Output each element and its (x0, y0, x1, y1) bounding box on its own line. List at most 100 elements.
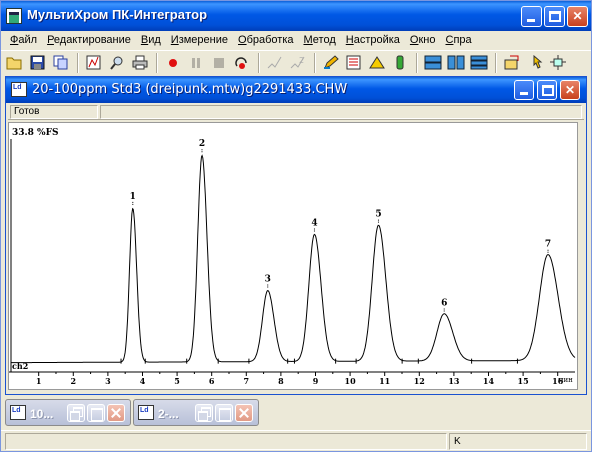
chromatogram-trace (11, 154, 576, 364)
document-status-blank (100, 105, 582, 119)
tile-stack-icon (470, 55, 487, 70)
toolbar-separator (156, 52, 158, 73)
x-tick-label: 3 (105, 376, 111, 386)
document-status: Готов (10, 105, 98, 119)
menu-processing[interactable]: Обработка (233, 34, 298, 46)
app-title: МультиХром ПК-Интегратор (27, 7, 208, 22)
cursor-button[interactable] (524, 52, 545, 73)
menu-measure[interactable]: Измерение (166, 34, 233, 46)
toolbar-separator (77, 52, 79, 73)
calibration-button[interactable] (343, 52, 364, 73)
status-message (5, 433, 447, 450)
report-button[interactable] (83, 52, 104, 73)
x-tick-label: 16 (552, 376, 564, 386)
zoom-fit-icon (549, 55, 566, 70)
tile-horizontal-button[interactable] (422, 52, 443, 73)
minimized-window-title: 10... (30, 407, 54, 421)
menu-edit[interactable]: Редактирование (42, 34, 136, 46)
copy-button[interactable] (50, 52, 71, 73)
peak-label: 7 (545, 240, 551, 250)
print-button[interactable] (129, 52, 150, 73)
maximize-icon (542, 85, 554, 96)
open-folder-icon (6, 57, 22, 70)
menu-settings[interactable]: Настройка (341, 34, 405, 46)
x-tick-label: 11 (379, 376, 390, 386)
start-icon (234, 57, 247, 69)
peak-label: 1 (130, 192, 136, 202)
minimized-window-1[interactable]: 10... (5, 399, 131, 426)
copy-icon (53, 55, 67, 70)
doc-minimize-button[interactable] (514, 80, 534, 100)
edit-button[interactable] (320, 52, 341, 73)
minimized-window-title: 2-... (158, 407, 179, 421)
search-icon (110, 56, 123, 70)
export-button[interactable] (501, 52, 522, 73)
toolbar-separator (416, 52, 418, 73)
minimize-button[interactable] (521, 6, 542, 27)
minimize-icon (527, 19, 535, 22)
x-tick-label: 8 (278, 376, 284, 386)
app-title-bar[interactable]: МультиХром ПК-Интегратор ✕ (1, 1, 591, 31)
minimized-window-2[interactable]: 2-... (133, 399, 259, 426)
maximize-icon (549, 11, 561, 22)
tile-vertical-button[interactable] (445, 52, 466, 73)
document-icon (11, 82, 27, 97)
search-button[interactable] (106, 52, 127, 73)
doc-maximize-button[interactable] (537, 80, 557, 100)
close-icon: ✕ (572, 9, 583, 23)
restore-button[interactable] (67, 404, 85, 422)
start-button[interactable] (231, 52, 252, 73)
record-button[interactable] (162, 52, 183, 73)
toolbar-separator (495, 52, 497, 73)
app-icon[interactable] (6, 8, 22, 24)
document-status-strip: Готов (8, 105, 584, 120)
vial-button[interactable] (389, 52, 410, 73)
integrate-2-icon: 2 (290, 56, 304, 69)
menu-window[interactable]: Окно (405, 34, 441, 46)
maximize-button[interactable] (215, 404, 233, 422)
toolbar: 2 (1, 50, 591, 74)
fullscale-label: 33.8 %FS (12, 128, 59, 138)
peak-button[interactable] (366, 52, 387, 73)
svg-text:2: 2 (299, 56, 304, 65)
x-tick-label: 2 (70, 376, 76, 386)
menu-help[interactable]: Спра (441, 34, 477, 46)
document-icon (10, 405, 26, 420)
stop-button[interactable] (208, 52, 229, 73)
export-icon (504, 55, 518, 70)
peak-icon (368, 56, 385, 69)
app-window: МультиХром ПК-Интегратор ✕ Файл Редактир… (0, 0, 592, 452)
chromatogram-plot[interactable]: 33.8 %FS ch2 мин 1 2 3 4 5 6 7 8 9 10 11 12 13 14 15 16… (8, 122, 578, 390)
save-button[interactable] (27, 52, 48, 73)
maximize-button[interactable] (87, 404, 105, 422)
x-tick-label: 5 (174, 376, 180, 386)
close-button[interactable] (107, 404, 125, 422)
x-tick-label: 1 (36, 376, 42, 386)
x-tick-label: 4 (140, 376, 146, 386)
print-icon (132, 55, 147, 70)
integrate-2-button[interactable]: 2 (287, 52, 308, 73)
peak-label: 6 (441, 298, 447, 308)
menu-method[interactable]: Метод (298, 34, 340, 46)
menu-view[interactable]: Вид (136, 34, 166, 46)
tile-stack-button[interactable] (468, 52, 489, 73)
chromatogram-svg[interactable]: 33.8 %FS ch2 мин 1 2 3 4 5 6 7 8 9 10 11 12 13 14 15 16… (9, 123, 577, 389)
close-icon: ✕ (564, 83, 576, 97)
pause-button[interactable] (185, 52, 206, 73)
peak-label: 5 (375, 210, 381, 220)
close-button[interactable]: ✕ (567, 6, 588, 27)
report-icon (86, 55, 101, 70)
close-button[interactable] (235, 404, 253, 422)
restore-button[interactable] (195, 404, 213, 422)
document-title-bar[interactable]: 20-100ppm Std3 (dreipunk.mtw)g2291433.CH… (6, 77, 586, 103)
integrate-button[interactable] (264, 52, 285, 73)
document-icon (138, 405, 154, 420)
maximize-button[interactable] (544, 6, 565, 27)
cursor-icon (533, 55, 542, 69)
x-tick-label: 13 (448, 376, 460, 386)
doc-close-button[interactable]: ✕ (560, 80, 580, 100)
zoom-fit-button[interactable] (547, 52, 568, 73)
menu-file[interactable]: Файл (5, 34, 42, 46)
tile-horizontal-icon (424, 55, 441, 70)
open-button[interactable] (4, 52, 25, 73)
